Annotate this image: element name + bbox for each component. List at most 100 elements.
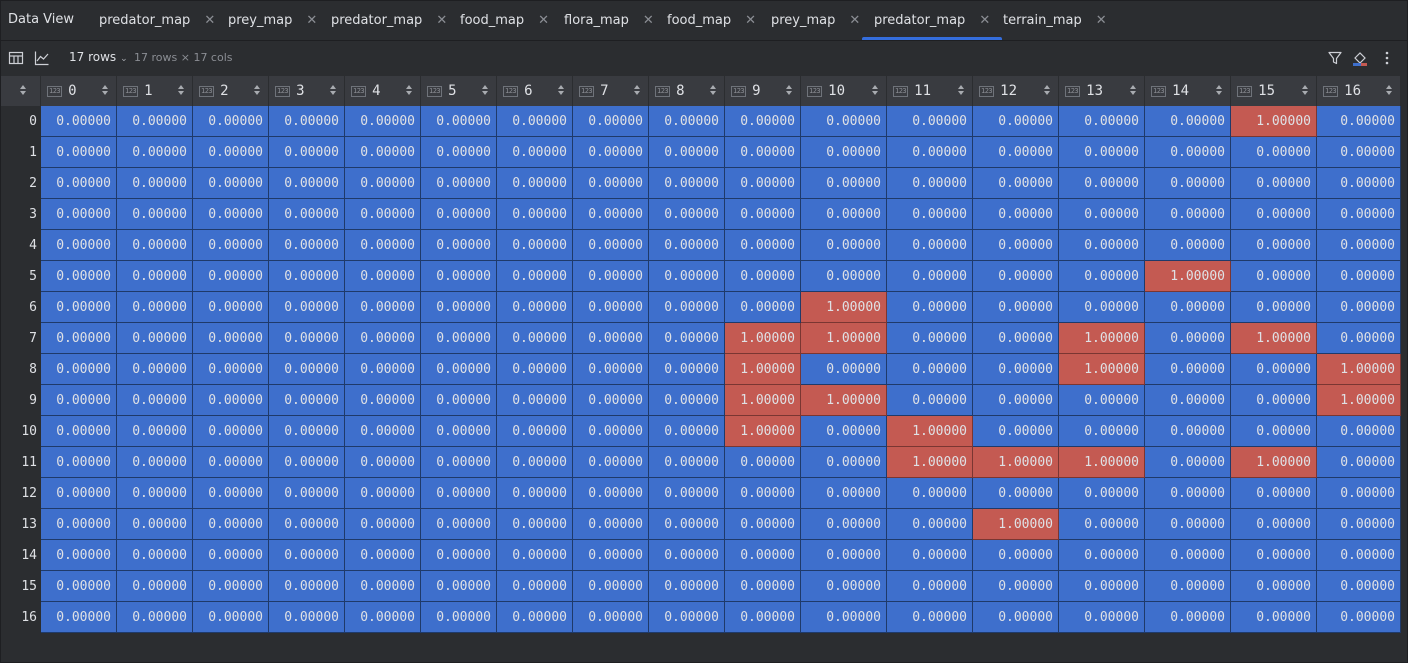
sort-icon[interactable] (1216, 84, 1222, 96)
table-cell[interactable]: 0.00000 (1317, 199, 1401, 230)
table-cell[interactable]: 0.00000 (649, 385, 725, 416)
table-cell[interactable]: 0.00000 (573, 137, 649, 168)
table-cell[interactable]: 0.00000 (269, 354, 345, 385)
table-cell[interactable]: 0.00000 (725, 199, 801, 230)
table-cell[interactable]: 0.00000 (497, 230, 573, 261)
column-header-3[interactable]: 123 3 (269, 76, 345, 106)
table-cell[interactable]: 0.00000 (887, 509, 973, 540)
table-cell[interactable]: 0.00000 (649, 323, 725, 354)
table-cell[interactable]: 0.00000 (725, 602, 801, 633)
close-icon[interactable]: ✕ (306, 14, 317, 27)
table-cell[interactable]: 0.00000 (1231, 137, 1317, 168)
tab-flora-map[interactable]: flora_map ✕ (564, 1, 654, 40)
table-cell[interactable]: 0.00000 (193, 478, 269, 509)
table-cell[interactable]: 0.00000 (117, 199, 193, 230)
table-view-icon[interactable] (8, 50, 24, 66)
table-cell[interactable]: 0.00000 (41, 509, 117, 540)
table-cell[interactable]: 0.00000 (1317, 230, 1401, 261)
table-cell[interactable]: 0.00000 (573, 509, 649, 540)
table-cell[interactable]: 0.00000 (649, 602, 725, 633)
table-cell[interactable]: 0.00000 (193, 571, 269, 602)
table-cell[interactable]: 0.00000 (497, 478, 573, 509)
table-cell[interactable]: 0.00000 (1145, 571, 1231, 602)
close-icon[interactable]: ✕ (849, 14, 860, 27)
table-cell[interactable]: 0.00000 (41, 478, 117, 509)
sort-icon[interactable] (330, 84, 336, 96)
table-cell[interactable]: 0.00000 (1231, 199, 1317, 230)
table-cell[interactable]: 0.00000 (421, 571, 497, 602)
table-cell[interactable]: 0.00000 (725, 292, 801, 323)
table-cell[interactable]: 0.00000 (117, 602, 193, 633)
column-header-11[interactable]: 123 11 (887, 76, 973, 106)
table-cell[interactable]: 0.00000 (649, 416, 725, 447)
table-cell[interactable]: 0.00000 (193, 230, 269, 261)
table-cell[interactable]: 0.00000 (973, 137, 1059, 168)
column-header-5[interactable]: 123 5 (421, 76, 497, 106)
table-cell[interactable]: 0.00000 (973, 602, 1059, 633)
table-cell[interactable]: 0.00000 (649, 292, 725, 323)
table-cell[interactable]: 1.00000 (973, 509, 1059, 540)
table-cell[interactable]: 0.00000 (497, 106, 573, 137)
table-cell[interactable]: 0.00000 (269, 509, 345, 540)
sort-icon[interactable] (872, 84, 878, 96)
table-cell[interactable]: 0.00000 (269, 478, 345, 509)
table-cell[interactable]: 0.00000 (41, 230, 117, 261)
table-cell[interactable]: 1.00000 (1059, 447, 1145, 478)
table-cell[interactable]: 0.00000 (117, 509, 193, 540)
table-cell[interactable]: 0.00000 (887, 106, 973, 137)
table-cell[interactable]: 0.00000 (1231, 168, 1317, 199)
table-cell[interactable]: 0.00000 (801, 354, 887, 385)
tab-terrain-map[interactable]: terrain_map ✕ (1003, 1, 1107, 40)
table-cell[interactable]: 1.00000 (801, 323, 887, 354)
table-cell[interactable]: 0.00000 (573, 168, 649, 199)
table-cell[interactable]: 0.00000 (1059, 292, 1145, 323)
table-cell[interactable]: 0.00000 (1145, 416, 1231, 447)
table-cell[interactable]: 0.00000 (725, 261, 801, 292)
table-cell[interactable]: 0.00000 (973, 478, 1059, 509)
tab-predator-map[interactable]: predator_map ✕ (862, 1, 1003, 40)
table-cell[interactable]: 0.00000 (1231, 354, 1317, 385)
table-cell[interactable]: 0.00000 (887, 137, 973, 168)
table-cell[interactable]: 0.00000 (1059, 261, 1145, 292)
table-cell[interactable]: 0.00000 (573, 323, 649, 354)
table-cell[interactable]: 0.00000 (345, 416, 421, 447)
table-cell[interactable]: 0.00000 (801, 447, 887, 478)
table-cell[interactable]: 0.00000 (421, 261, 497, 292)
table-cell[interactable]: 0.00000 (1059, 106, 1145, 137)
table-cell[interactable]: 0.00000 (1059, 230, 1145, 261)
table-cell[interactable]: 0.00000 (801, 168, 887, 199)
filter-icon[interactable] (1327, 50, 1343, 66)
table-cell[interactable]: 0.00000 (801, 478, 887, 509)
table-cell[interactable]: 0.00000 (193, 199, 269, 230)
column-header-2[interactable]: 123 2 (193, 76, 269, 106)
table-cell[interactable]: 0.00000 (345, 292, 421, 323)
close-icon[interactable]: ✕ (436, 14, 447, 27)
table-cell[interactable]: 0.00000 (269, 385, 345, 416)
table-cell[interactable]: 0.00000 (497, 199, 573, 230)
column-header-10[interactable]: 123 10 (801, 76, 887, 106)
table-cell[interactable]: 0.00000 (649, 106, 725, 137)
table-cell[interactable]: 0.00000 (801, 261, 887, 292)
table-cell[interactable]: 0.00000 (345, 602, 421, 633)
table-cell[interactable]: 0.00000 (649, 571, 725, 602)
table-cell[interactable]: 0.00000 (1145, 230, 1231, 261)
table-cell[interactable]: 0.00000 (41, 602, 117, 633)
table-cell[interactable]: 0.00000 (117, 571, 193, 602)
table-cell[interactable]: 0.00000 (269, 199, 345, 230)
sort-icon[interactable] (482, 84, 488, 96)
table-cell[interactable]: 1.00000 (1059, 354, 1145, 385)
table-cell[interactable]: 0.00000 (345, 168, 421, 199)
sort-icon[interactable] (1386, 84, 1392, 96)
sort-icon[interactable] (406, 84, 412, 96)
table-cell[interactable]: 0.00000 (1059, 478, 1145, 509)
table-cell[interactable]: 0.00000 (801, 230, 887, 261)
sort-icon[interactable] (1044, 84, 1050, 96)
table-cell[interactable]: 0.00000 (1231, 230, 1317, 261)
column-header-1[interactable]: 123 1 (117, 76, 193, 106)
table-cell[interactable]: 0.00000 (193, 416, 269, 447)
table-cell[interactable]: 0.00000 (1145, 354, 1231, 385)
table-cell[interactable]: 0.00000 (573, 354, 649, 385)
table-cell[interactable]: 0.00000 (421, 509, 497, 540)
table-cell[interactable]: 0.00000 (1317, 540, 1401, 571)
table-cell[interactable]: 0.00000 (345, 199, 421, 230)
